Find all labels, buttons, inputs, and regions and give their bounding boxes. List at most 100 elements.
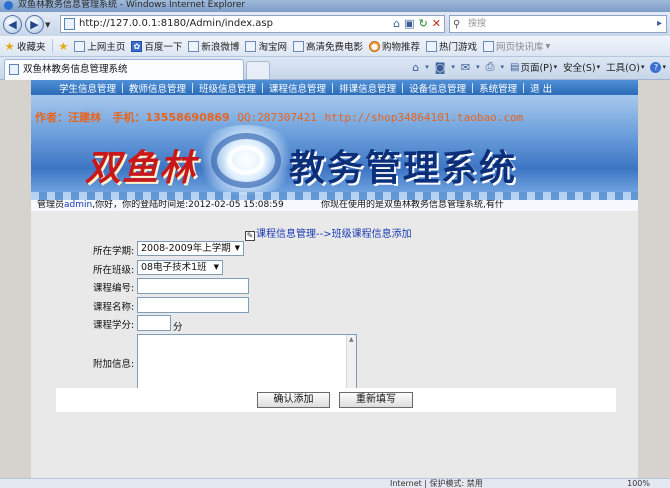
paw-icon: ✿ — [131, 40, 143, 52]
nav-device[interactable]: 设备信息管理 — [403, 81, 472, 95]
fav-label: 购物推荐 — [381, 42, 420, 53]
admin-username: admin — [64, 200, 93, 210]
fav-item-games[interactable]: 热门游戏 — [425, 39, 477, 53]
banner-strip — [31, 192, 638, 200]
class-select[interactable]: 08电子技术1班 ▼ — [137, 260, 223, 275]
search-icon: ⚲ — [453, 19, 461, 30]
nav-teacher[interactable]: 教师信息管理 — [123, 81, 192, 95]
feeds-icon[interactable]: ◙ — [435, 61, 446, 74]
fav-label: 高清免费电影 — [305, 42, 363, 53]
new-tab-button[interactable] — [246, 61, 270, 79]
chevron-down-icon: ▼ — [213, 263, 219, 271]
nav-class[interactable]: 班级信息管理 — [193, 81, 262, 95]
address-input[interactable]: http://127.0.0.1:8180/Admin/index.asp ⌂ … — [60, 15, 445, 33]
chevron-down-icon: ▼ — [234, 244, 240, 252]
chevron-down-icon: ▾ — [640, 63, 645, 71]
fav-item-movies[interactable]: 高清免费电影 — [292, 39, 363, 53]
course-name-label: 课程名称: — [93, 302, 135, 313]
class-label: 所在班级: — [93, 265, 135, 276]
mail-icon[interactable]: ✉ — [461, 61, 470, 74]
address-url: http://127.0.0.1:8180/Admin/index.asp — [79, 18, 273, 29]
author-phone: 手机：13558690869 — [112, 111, 230, 124]
course-no-label: 课程编号: — [93, 283, 135, 294]
help-button[interactable]: ? ▾ — [650, 61, 666, 73]
credit-input[interactable] — [137, 315, 171, 331]
chevron-down-icon[interactable]: ▾ — [425, 63, 429, 71]
fav-label: 百度一下 — [144, 42, 183, 53]
stop-icon[interactable]: ✕ — [432, 16, 441, 32]
favorites-label: 收藏夹 — [17, 42, 46, 53]
ie-logo-icon — [4, 1, 13, 10]
compat-view-icon[interactable]: ⌂ — [393, 16, 400, 32]
term-select[interactable]: 2008-2009年上学期 ▼ — [137, 241, 244, 256]
login-time: ,你好，你的登陆时间是:2012-02-05 15:08:59 — [92, 200, 284, 210]
fav-item-webslice[interactable]: 网页快讯库 ▾ — [483, 39, 550, 53]
divider — [51, 39, 53, 53]
page-icon — [9, 64, 19, 75]
chevron-down-icon[interactable]: ▾ — [476, 63, 480, 71]
safety-menu-button[interactable]: 安全(S) ▾ — [563, 60, 600, 74]
tab-current[interactable]: 双鱼林教务信息管理系统 — [4, 59, 244, 80]
page-menu-button[interactable]: ▤ 页面(P) ▾ — [509, 60, 558, 75]
status-bar: Internet | 保护模式: 禁用 100% — [0, 478, 670, 488]
author-name: 作者：汪建林 — [35, 111, 101, 124]
tab-label: 双鱼林教务信息管理系统 — [23, 64, 128, 75]
page-icon — [292, 40, 304, 52]
favorites-button[interactable]: ★ 收藏夹 — [4, 39, 46, 54]
app-page: 学生信息管理 教师信息管理 班级信息管理 课程信息管理 排课信息管理 设备信息管… — [31, 80, 638, 478]
window-title-bar: 双鱼林教务信息管理系统 - Windows Internet Explorer — [0, 0, 670, 12]
author-contact: 作者：汪建林 手机：13558690869 QQ:287307421 http:… — [35, 109, 523, 125]
nav-student[interactable]: 学生信息管理 — [31, 81, 122, 95]
fav-item-baidu[interactable]: ✿ 百度一下 — [131, 39, 182, 53]
breadcrumb: ✎ 课程信息管理-->班级课程信息添加 — [245, 225, 412, 241]
fav-label: 上网主页 — [87, 42, 126, 53]
chevron-down-icon[interactable]: ▾ — [451, 63, 455, 71]
author-shop: http://shop34864101.taobao.com — [324, 111, 524, 124]
main-navigation: 学生信息管理 教师信息管理 班级信息管理 课程信息管理 排课信息管理 设备信息管… — [31, 80, 638, 95]
zoom-level[interactable]: 100% — [627, 479, 650, 488]
course-no-input[interactable] — [137, 278, 249, 294]
submit-button[interactable]: 确认添加 — [257, 392, 330, 408]
command-bar: ⌂ ▾ ◙ ▾ ✉ ▾ ⎙ ▾ ▤ 页面(P) ▾ 安全(S) ▾ 工具(O) … — [412, 60, 666, 74]
print-icon[interactable]: ⎙ — [486, 60, 495, 74]
rss-doc-icon[interactable]: ▣ — [404, 16, 414, 32]
nav-schedule[interactable]: 排课信息管理 — [333, 81, 402, 95]
chevron-down-icon: ▾ — [662, 63, 666, 71]
history-dropdown-icon[interactable]: ▼ — [45, 21, 50, 29]
orange-circle-icon: ● — [368, 40, 380, 52]
address-tools: ⌂ ▣ ↻ ✕ — [393, 16, 441, 32]
back-button[interactable]: ◀ — [3, 15, 22, 34]
credit-label: 课程学分: — [93, 320, 135, 331]
textarea-scrollbar[interactable]: ▲ ▼ — [346, 335, 356, 395]
home-icon[interactable]: ⌂ — [412, 61, 419, 74]
page-icon — [483, 40, 494, 52]
favorites-bar: ★ 收藏夹 ★ 上网主页 ✿ 百度一下 新浪微博 淘宝网 高清免费电影 ● 购物… — [0, 36, 670, 57]
refresh-icon[interactable]: ↻ — [419, 16, 428, 32]
add-favorite-icon[interactable]: ★ — [59, 40, 69, 53]
search-go-icon[interactable]: ▸ — [657, 16, 662, 32]
course-name-input[interactable] — [137, 297, 249, 313]
fav-label: 新浪微博 — [201, 42, 240, 53]
page-icon — [188, 40, 200, 52]
address-toolbar: ◀ ▶ ▼ http://127.0.0.1:8180/Admin/index.… — [0, 12, 670, 36]
chevron-down-icon[interactable]: ▾ — [500, 63, 504, 71]
page-icon: ▤ — [509, 61, 520, 73]
page-icon — [425, 40, 437, 52]
tools-menu-button[interactable]: 工具(O) ▾ — [606, 60, 644, 74]
fav-item-taobao[interactable]: 淘宝网 — [245, 39, 287, 53]
scroll-up-icon[interactable]: ▲ — [349, 336, 354, 343]
nav-course[interactable]: 课程信息管理 — [263, 81, 332, 95]
reset-button[interactable]: 重新填写 — [339, 392, 413, 408]
forward-button[interactable]: ▶ — [25, 15, 44, 34]
fav-item-homepage[interactable]: 上网主页 — [74, 39, 125, 53]
extra-textarea[interactable]: ▲ ▼ — [137, 334, 357, 396]
search-input[interactable]: ⚲ 搜搜 ▸ — [449, 15, 667, 33]
chevron-down-icon: ▾ — [553, 63, 558, 71]
fav-label: 网页快讯库 — [496, 42, 544, 53]
breadcrumb-text: 课程信息管理-->班级课程信息添加 — [256, 229, 412, 240]
fav-item-shopping[interactable]: ● 购物推荐 — [368, 39, 420, 53]
nav-logout[interactable]: 退 出 — [524, 81, 558, 95]
nav-system[interactable]: 系统管理 — [473, 81, 523, 95]
fav-item-weibo[interactable]: 新浪微博 — [188, 39, 239, 53]
system-title: 教务管理系统 — [289, 147, 518, 189]
